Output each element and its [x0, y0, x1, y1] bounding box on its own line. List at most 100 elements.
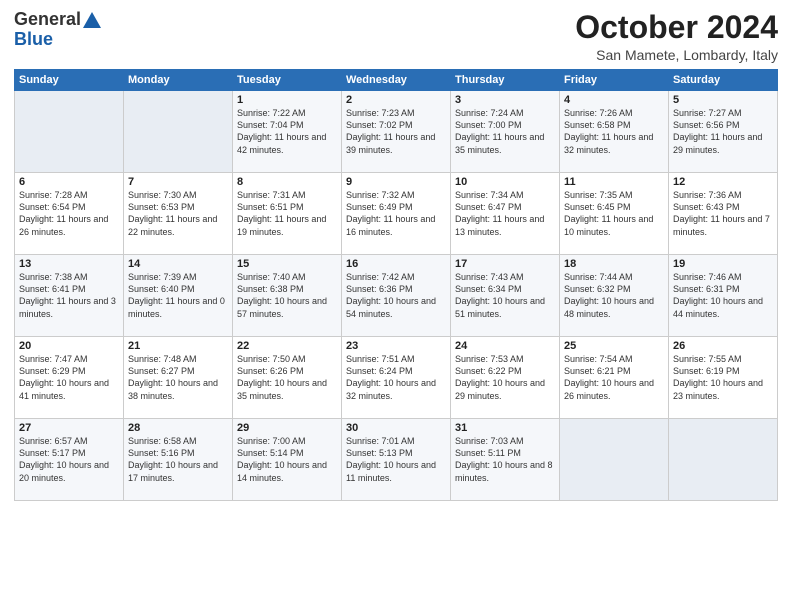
- calendar-cell: [124, 91, 233, 173]
- calendar-cell: 4Sunrise: 7:26 AM Sunset: 6:58 PM Daylig…: [560, 91, 669, 173]
- day-info: Sunrise: 7:53 AM Sunset: 6:22 PM Dayligh…: [455, 353, 555, 402]
- calendar-cell: 21Sunrise: 7:48 AM Sunset: 6:27 PM Dayli…: [124, 337, 233, 419]
- day-number: 19: [673, 258, 773, 270]
- title-area: October 2024 San Mamete, Lombardy, Italy: [575, 10, 778, 63]
- day-number: 3: [455, 94, 555, 106]
- day-info: Sunrise: 7:35 AM Sunset: 6:45 PM Dayligh…: [564, 189, 664, 238]
- day-info: Sunrise: 7:43 AM Sunset: 6:34 PM Dayligh…: [455, 271, 555, 320]
- day-number: 27: [19, 422, 119, 434]
- day-info: Sunrise: 7:32 AM Sunset: 6:49 PM Dayligh…: [346, 189, 446, 238]
- calendar-cell: 29Sunrise: 7:00 AM Sunset: 5:14 PM Dayli…: [233, 419, 342, 501]
- calendar-cell: [560, 419, 669, 501]
- calendar-cell: 2Sunrise: 7:23 AM Sunset: 7:02 PM Daylig…: [342, 91, 451, 173]
- calendar-week-4: 20Sunrise: 7:47 AM Sunset: 6:29 PM Dayli…: [15, 337, 778, 419]
- day-info: Sunrise: 7:47 AM Sunset: 6:29 PM Dayligh…: [19, 353, 119, 402]
- day-number: 16: [346, 258, 446, 270]
- calendar-table: SundayMondayTuesdayWednesdayThursdayFrid…: [14, 69, 778, 501]
- calendar-cell: 23Sunrise: 7:51 AM Sunset: 6:24 PM Dayli…: [342, 337, 451, 419]
- day-info: Sunrise: 6:58 AM Sunset: 5:16 PM Dayligh…: [128, 435, 228, 484]
- day-number: 18: [564, 258, 664, 270]
- calendar-cell: 5Sunrise: 7:27 AM Sunset: 6:56 PM Daylig…: [669, 91, 778, 173]
- day-number: 28: [128, 422, 228, 434]
- day-number: 1: [237, 94, 337, 106]
- day-info: Sunrise: 7:23 AM Sunset: 7:02 PM Dayligh…: [346, 107, 446, 156]
- day-info: Sunrise: 7:44 AM Sunset: 6:32 PM Dayligh…: [564, 271, 664, 320]
- day-info: Sunrise: 7:22 AM Sunset: 7:04 PM Dayligh…: [237, 107, 337, 156]
- calendar-cell: 6Sunrise: 7:28 AM Sunset: 6:54 PM Daylig…: [15, 173, 124, 255]
- calendar-cell: 30Sunrise: 7:01 AM Sunset: 5:13 PM Dayli…: [342, 419, 451, 501]
- weekday-header-saturday: Saturday: [669, 70, 778, 91]
- day-number: 4: [564, 94, 664, 106]
- calendar-cell: 17Sunrise: 7:43 AM Sunset: 6:34 PM Dayli…: [451, 255, 560, 337]
- day-info: Sunrise: 7:27 AM Sunset: 6:56 PM Dayligh…: [673, 107, 773, 156]
- day-info: Sunrise: 7:36 AM Sunset: 6:43 PM Dayligh…: [673, 189, 773, 238]
- day-number: 17: [455, 258, 555, 270]
- calendar-cell: 1Sunrise: 7:22 AM Sunset: 7:04 PM Daylig…: [233, 91, 342, 173]
- calendar-cell: 26Sunrise: 7:55 AM Sunset: 6:19 PM Dayli…: [669, 337, 778, 419]
- day-info: Sunrise: 7:48 AM Sunset: 6:27 PM Dayligh…: [128, 353, 228, 402]
- calendar-cell: 12Sunrise: 7:36 AM Sunset: 6:43 PM Dayli…: [669, 173, 778, 255]
- day-number: 29: [237, 422, 337, 434]
- calendar-cell: 20Sunrise: 7:47 AM Sunset: 6:29 PM Dayli…: [15, 337, 124, 419]
- calendar-week-5: 27Sunrise: 6:57 AM Sunset: 5:17 PM Dayli…: [15, 419, 778, 501]
- day-info: Sunrise: 7:54 AM Sunset: 6:21 PM Dayligh…: [564, 353, 664, 402]
- calendar-cell: 22Sunrise: 7:50 AM Sunset: 6:26 PM Dayli…: [233, 337, 342, 419]
- day-info: Sunrise: 7:50 AM Sunset: 6:26 PM Dayligh…: [237, 353, 337, 402]
- day-number: 24: [455, 340, 555, 352]
- day-number: 7: [128, 176, 228, 188]
- month-title: October 2024: [575, 10, 778, 45]
- weekday-header-friday: Friday: [560, 70, 669, 91]
- day-number: 6: [19, 176, 119, 188]
- day-number: 15: [237, 258, 337, 270]
- day-number: 20: [19, 340, 119, 352]
- day-info: Sunrise: 7:03 AM Sunset: 5:11 PM Dayligh…: [455, 435, 555, 484]
- day-number: 12: [673, 176, 773, 188]
- day-info: Sunrise: 7:00 AM Sunset: 5:14 PM Dayligh…: [237, 435, 337, 484]
- calendar-cell: 19Sunrise: 7:46 AM Sunset: 6:31 PM Dayli…: [669, 255, 778, 337]
- day-number: 2: [346, 94, 446, 106]
- day-info: Sunrise: 7:28 AM Sunset: 6:54 PM Dayligh…: [19, 189, 119, 238]
- day-number: 25: [564, 340, 664, 352]
- weekday-header-row: SundayMondayTuesdayWednesdayThursdayFrid…: [15, 70, 778, 91]
- calendar-cell: 3Sunrise: 7:24 AM Sunset: 7:00 PM Daylig…: [451, 91, 560, 173]
- day-info: Sunrise: 7:55 AM Sunset: 6:19 PM Dayligh…: [673, 353, 773, 402]
- day-info: Sunrise: 7:42 AM Sunset: 6:36 PM Dayligh…: [346, 271, 446, 320]
- day-number: 26: [673, 340, 773, 352]
- day-number: 5: [673, 94, 773, 106]
- day-info: Sunrise: 7:46 AM Sunset: 6:31 PM Dayligh…: [673, 271, 773, 320]
- calendar-cell: 16Sunrise: 7:42 AM Sunset: 6:36 PM Dayli…: [342, 255, 451, 337]
- day-info: Sunrise: 7:31 AM Sunset: 6:51 PM Dayligh…: [237, 189, 337, 238]
- calendar-cell: 10Sunrise: 7:34 AM Sunset: 6:47 PM Dayli…: [451, 173, 560, 255]
- day-info: Sunrise: 7:01 AM Sunset: 5:13 PM Dayligh…: [346, 435, 446, 484]
- header-area: General Blue October 2024 San Mamete, Lo…: [14, 10, 778, 63]
- day-number: 9: [346, 176, 446, 188]
- calendar-cell: 7Sunrise: 7:30 AM Sunset: 6:53 PM Daylig…: [124, 173, 233, 255]
- calendar-cell: 9Sunrise: 7:32 AM Sunset: 6:49 PM Daylig…: [342, 173, 451, 255]
- day-number: 23: [346, 340, 446, 352]
- calendar-week-2: 6Sunrise: 7:28 AM Sunset: 6:54 PM Daylig…: [15, 173, 778, 255]
- calendar-week-3: 13Sunrise: 7:38 AM Sunset: 6:41 PM Dayli…: [15, 255, 778, 337]
- weekday-header-wednesday: Wednesday: [342, 70, 451, 91]
- day-info: Sunrise: 7:26 AM Sunset: 6:58 PM Dayligh…: [564, 107, 664, 156]
- calendar-cell: 31Sunrise: 7:03 AM Sunset: 5:11 PM Dayli…: [451, 419, 560, 501]
- calendar-week-1: 1Sunrise: 7:22 AM Sunset: 7:04 PM Daylig…: [15, 91, 778, 173]
- day-info: Sunrise: 7:30 AM Sunset: 6:53 PM Dayligh…: [128, 189, 228, 238]
- day-info: Sunrise: 7:39 AM Sunset: 6:40 PM Dayligh…: [128, 271, 228, 320]
- location: San Mamete, Lombardy, Italy: [575, 47, 778, 63]
- calendar-cell: 14Sunrise: 7:39 AM Sunset: 6:40 PM Dayli…: [124, 255, 233, 337]
- day-info: Sunrise: 7:34 AM Sunset: 6:47 PM Dayligh…: [455, 189, 555, 238]
- logo-icon: [83, 10, 101, 28]
- day-info: Sunrise: 7:40 AM Sunset: 6:38 PM Dayligh…: [237, 271, 337, 320]
- calendar-cell: 13Sunrise: 7:38 AM Sunset: 6:41 PM Dayli…: [15, 255, 124, 337]
- day-info: Sunrise: 7:38 AM Sunset: 6:41 PM Dayligh…: [19, 271, 119, 320]
- weekday-header-thursday: Thursday: [451, 70, 560, 91]
- day-info: Sunrise: 7:51 AM Sunset: 6:24 PM Dayligh…: [346, 353, 446, 402]
- calendar-cell: 28Sunrise: 6:58 AM Sunset: 5:16 PM Dayli…: [124, 419, 233, 501]
- day-number: 30: [346, 422, 446, 434]
- day-number: 13: [19, 258, 119, 270]
- calendar-cell: 24Sunrise: 7:53 AM Sunset: 6:22 PM Dayli…: [451, 337, 560, 419]
- day-number: 10: [455, 176, 555, 188]
- day-info: Sunrise: 7:24 AM Sunset: 7:00 PM Dayligh…: [455, 107, 555, 156]
- logo: General Blue: [14, 10, 101, 50]
- day-number: 22: [237, 340, 337, 352]
